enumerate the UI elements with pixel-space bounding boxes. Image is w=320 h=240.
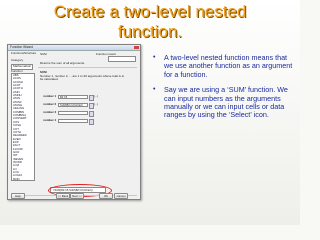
function-list[interactable]: ABS ACOS ACOSH ACOT ACOTH ASIN ASINH ATAN ATAN2 A… [11, 73, 35, 181]
tab-functions[interactable]: Functions [11, 51, 24, 55]
close-icon[interactable] [134, 45, 139, 49]
function-result-field [108, 56, 136, 62]
divider [38, 67, 137, 68]
help-button[interactable]: Help [11, 193, 25, 199]
sum-description: Number 1, number 2, ... are 1 to 30 argu… [40, 74, 125, 82]
argument-input[interactable] [58, 119, 88, 123]
ok-button[interactable]: OK [99, 193, 113, 199]
argument-result: {...} [94, 103, 98, 106]
argument-label: number 2 [43, 102, 56, 106]
function-name: SUM [40, 52, 47, 56]
select-icon[interactable] [89, 111, 94, 117]
bullet-item: • A two-level nested function means that… [152, 53, 298, 79]
next-button[interactable]: Next >> [70, 193, 84, 199]
cancel-button[interactable]: Cancel [114, 193, 128, 199]
function-wizard-dialog: Function Wizard Functions Structure Cate… [7, 44, 141, 200]
slide-title-line-2: function. [117, 22, 183, 41]
slide: Create a two-level nested function. Func… [0, 0, 300, 225]
dialog-title: Function Wizard [10, 45, 34, 49]
back-button[interactable]: << Back [56, 193, 70, 199]
bullet-icon: • [153, 54, 156, 61]
category-label: Category [11, 58, 24, 62]
tab-structure[interactable]: Structure [24, 51, 36, 55]
argument-result: {...} [94, 95, 98, 98]
bullet-item: • Say we are using a ‘SUM’ function. We … [152, 85, 298, 120]
bullet-icon: • [153, 86, 156, 94]
slide-title-line-1: Create a two-level nested [53, 2, 247, 21]
slide-title: Create a two-level nested function. [0, 2, 300, 42]
bullet-text-1: A two-level nested function means that w… [164, 53, 293, 79]
function-description: Returns the sum of all arguments. [40, 61, 86, 65]
argument-input[interactable] [58, 111, 88, 115]
argument-label: number 1 [43, 94, 56, 98]
select-icon[interactable] [89, 119, 94, 125]
argument-label: number 4 [43, 118, 56, 122]
argument-label: number 3 [43, 110, 56, 114]
bullet-list: • A two-level nested function means that… [152, 53, 298, 127]
argument-input[interactable]: B2:C5 [58, 95, 88, 99]
bullet-text-2: Say we are using a ‘SUM’ function. We ca… [164, 85, 288, 120]
argument-input[interactable]: SUM(B2,C2,D2:E2) [58, 103, 88, 107]
